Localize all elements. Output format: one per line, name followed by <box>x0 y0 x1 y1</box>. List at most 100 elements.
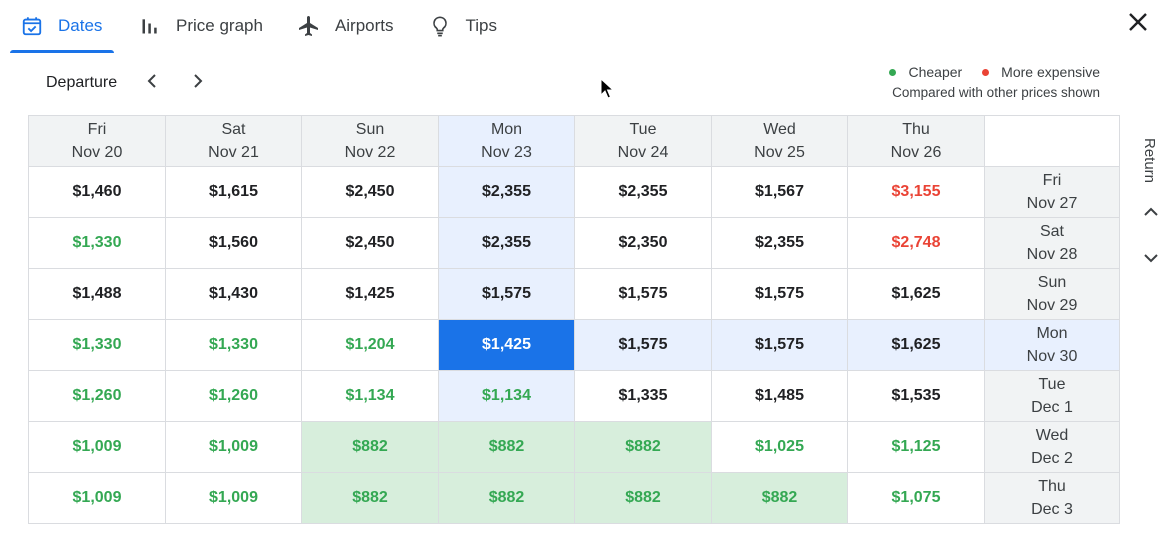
red-dot-icon <box>982 68 990 76</box>
row-header: Sun Nov 29 <box>984 268 1120 320</box>
return-prev-button[interactable] <box>1140 203 1162 225</box>
table-row: $1,009 $1,009 $882 $882 $882 $1,025 $1,125 Wed D… <box>28 421 1120 473</box>
price-cell[interactable]: $1,430 <box>165 268 302 320</box>
price-cell[interactable]: $1,009 <box>28 421 166 473</box>
table-row: $1,260 $1,260 $1,134 $1,134 $1,335 $1,485 $1,5… <box>28 370 1120 422</box>
tab-airports-label: Airports <box>334 16 394 35</box>
row-date: Nov 30 <box>1026 348 1078 365</box>
price-cell[interactable]: $1,575 <box>711 319 848 371</box>
price-cell[interactable]: $1,009 <box>165 421 302 473</box>
column-day: Mon <box>490 121 523 138</box>
chevron-up-icon <box>1143 205 1159 223</box>
tab-tips[interactable]: Tips <box>418 2 508 50</box>
row-date: Nov 28 <box>1026 246 1078 263</box>
row-header: Tue Dec 1 <box>984 370 1120 422</box>
price-cell[interactable]: $1,425 <box>301 268 439 320</box>
price-cell[interactable]: $2,355 <box>574 166 712 218</box>
column-day: Sat <box>221 121 246 138</box>
row-day: Fri <box>1042 172 1062 189</box>
price-cell[interactable]: $1,330 <box>28 319 166 371</box>
price-cell[interactable]: $882 <box>301 421 439 473</box>
price-grid: Fri Nov 20 Sat Nov 21 Sun Nov 22 Mon Nov 23 Tue N… <box>28 115 1120 524</box>
price-cell[interactable]: $1,075 <box>847 472 985 524</box>
price-cell[interactable]: $882 <box>711 472 848 524</box>
chevron-right-icon <box>192 73 204 94</box>
bar-chart-icon <box>138 14 162 38</box>
column-header: Sat Nov 21 <box>165 115 302 167</box>
price-cell[interactable]: $1,425 <box>438 319 575 371</box>
table-row: $1,330 $1,330 $1,204 $1,425 $1,575 $1,575 $1,6… <box>28 319 1120 371</box>
table-row: $1,330 $1,560 $2,450 $2,355 $2,350 $2,355 $2,7… <box>28 217 1120 269</box>
price-cell[interactable]: $882 <box>438 472 575 524</box>
tab-tips-label: Tips <box>465 16 498 35</box>
column-day: Tue <box>629 121 657 138</box>
tab-dates[interactable]: Dates <box>10 2 114 53</box>
legend-more-expensive: More expensive <box>982 64 1100 80</box>
price-cell[interactable]: $1,260 <box>165 370 302 422</box>
price-cell[interactable]: $1,615 <box>165 166 302 218</box>
legend-cheaper-label: Cheaper <box>908 64 963 80</box>
price-cell[interactable]: $2,355 <box>711 217 848 269</box>
row-date: Dec 3 <box>1031 501 1073 518</box>
price-cell[interactable]: $1,009 <box>165 472 302 524</box>
price-cell[interactable]: $1,485 <box>711 370 848 422</box>
price-cell[interactable]: $1,260 <box>28 370 166 422</box>
price-cell[interactable]: $3,155 <box>847 166 985 218</box>
price-cell[interactable]: $882 <box>301 472 439 524</box>
price-cell[interactable]: $2,450 <box>301 217 439 269</box>
column-date: Nov 22 <box>344 144 396 161</box>
tab-bar: Dates Price graph Airports Tips <box>0 0 508 53</box>
column-date: Nov 26 <box>890 144 942 161</box>
price-cell[interactable]: $2,355 <box>438 166 575 218</box>
price-cell[interactable]: $1,575 <box>574 268 712 320</box>
calendar-icon <box>20 14 44 38</box>
tab-price-graph[interactable]: Price graph <box>128 2 273 50</box>
column-day: Fri <box>87 121 107 138</box>
column-date: Nov 21 <box>208 144 259 161</box>
row-header: Mon Nov 30 <box>984 319 1120 371</box>
price-cell[interactable]: $1,460 <box>28 166 166 218</box>
tab-dates-label: Dates <box>58 16 103 35</box>
price-cell[interactable]: $1,535 <box>847 370 985 422</box>
close-button[interactable] <box>1124 10 1152 38</box>
price-cell[interactable]: $1,335 <box>574 370 712 422</box>
column-header: Sun Nov 22 <box>301 115 439 167</box>
column-day: Sun <box>355 121 385 138</box>
tab-airports[interactable]: Airports <box>287 2 404 50</box>
tab-price-graph-label: Price graph <box>176 16 263 35</box>
price-cell[interactable]: $1,560 <box>165 217 302 269</box>
table-row: $1,460 $1,615 $2,450 $2,355 $2,355 $1,567 $3,1… <box>28 166 1120 218</box>
price-cell[interactable]: $882 <box>574 421 712 473</box>
chevron-left-icon <box>146 73 158 94</box>
row-date: Dec 1 <box>1031 399 1073 416</box>
price-cell[interactable]: $1,575 <box>574 319 712 371</box>
departure-next-button[interactable] <box>187 72 209 94</box>
corner-cell <box>984 115 1120 167</box>
price-cell[interactable]: $1,134 <box>301 370 439 422</box>
price-cell[interactable]: $882 <box>438 421 575 473</box>
price-cell[interactable]: $1,330 <box>165 319 302 371</box>
price-cell[interactable]: $2,450 <box>301 166 439 218</box>
price-cell[interactable]: $1,025 <box>711 421 848 473</box>
price-cell[interactable]: $1,575 <box>438 268 575 320</box>
price-cell[interactable]: $1,488 <box>28 268 166 320</box>
column-header: Tue Nov 24 <box>574 115 712 167</box>
departure-prev-button[interactable] <box>141 72 163 94</box>
price-cell[interactable]: $2,350 <box>574 217 712 269</box>
price-cell[interactable]: $1,009 <box>28 472 166 524</box>
table-row: $1,009 $1,009 $882 $882 $882 $882 $1,075 Thu Dec… <box>28 472 1120 524</box>
price-cell[interactable]: $2,748 <box>847 217 985 269</box>
price-cell[interactable]: $882 <box>574 472 712 524</box>
column-date: Nov 23 <box>481 144 532 161</box>
price-cell[interactable]: $1,625 <box>847 319 985 371</box>
legend-cheaper: Cheaper <box>889 64 962 80</box>
price-cell[interactable]: $1,330 <box>28 217 166 269</box>
price-cell[interactable]: $2,355 <box>438 217 575 269</box>
price-cell[interactable]: $1,625 <box>847 268 985 320</box>
price-cell[interactable]: $1,567 <box>711 166 848 218</box>
price-cell[interactable]: $1,575 <box>711 268 848 320</box>
return-next-button[interactable] <box>1140 249 1162 271</box>
price-cell[interactable]: $1,125 <box>847 421 985 473</box>
price-cell[interactable]: $1,134 <box>438 370 575 422</box>
price-cell[interactable]: $1,204 <box>301 319 439 371</box>
